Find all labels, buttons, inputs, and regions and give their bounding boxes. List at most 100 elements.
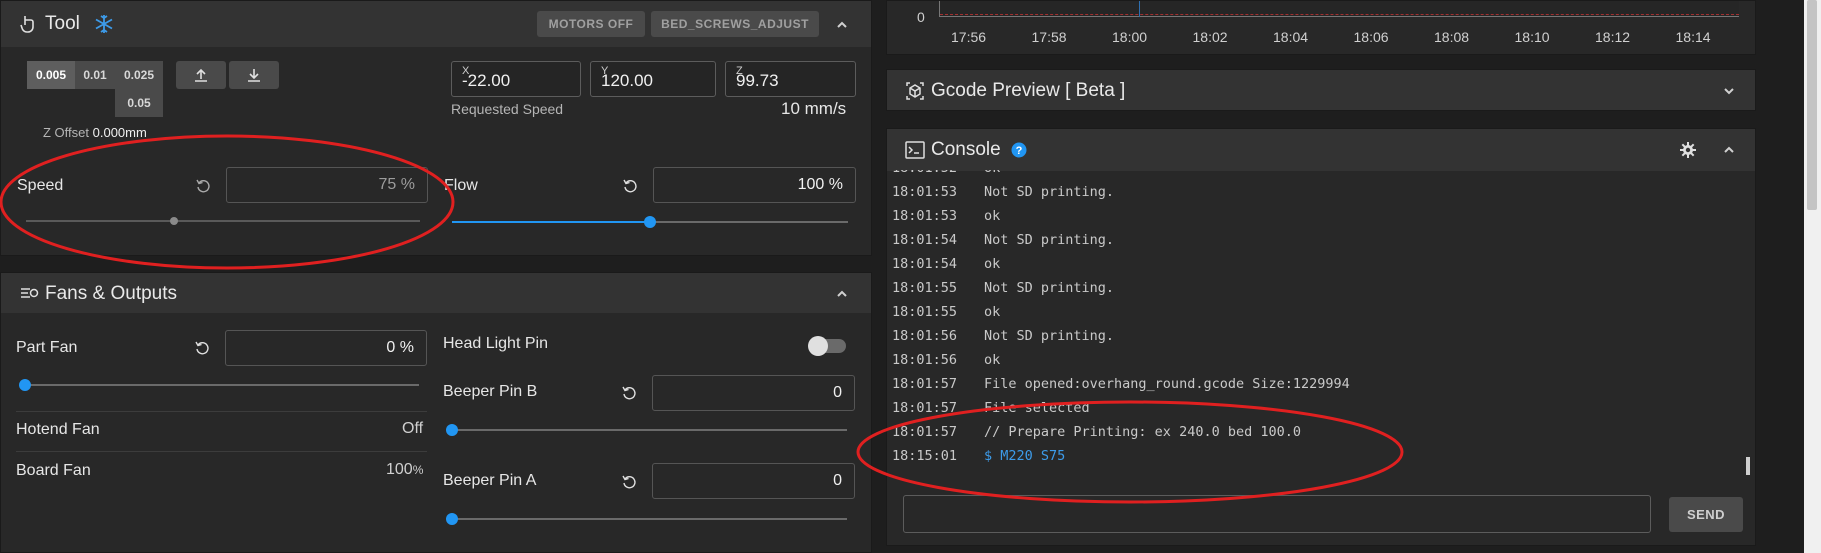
fan-icon xyxy=(21,288,39,298)
console-line: 18:01:55 ok xyxy=(892,304,1000,320)
console-line-timestamp: 18:01:53 xyxy=(892,208,958,224)
chevron-up-icon[interactable] xyxy=(1722,143,1736,157)
reset-icon[interactable] xyxy=(195,178,211,194)
speed-label: Speed xyxy=(17,177,64,194)
console-line-timestamp: 18:01:56 xyxy=(892,352,958,368)
beeper-a-slider-thumb[interactable] xyxy=(446,513,458,525)
chart-x-tick: 18:10 xyxy=(1514,29,1550,45)
part-fan-slider-thumb[interactable] xyxy=(19,379,31,391)
toggle-knob xyxy=(808,336,828,356)
svg-text:?: ? xyxy=(1016,145,1023,157)
console-line: 18:01:56 Not SD printing. xyxy=(892,328,1114,344)
motors-off-button[interactable]: MOTORS OFF xyxy=(537,11,645,37)
console-line-timestamp: 18:01:55 xyxy=(892,280,958,296)
chevron-up-icon[interactable] xyxy=(835,18,849,32)
chart-y-tick: 0 xyxy=(917,9,925,25)
fans-title: Fans & Outputs xyxy=(45,283,178,304)
beeper-b-slider-track[interactable] xyxy=(451,429,847,431)
reset-icon[interactable] xyxy=(621,474,637,490)
flow-input[interactable]: 100 % xyxy=(653,167,856,203)
hotend-fan-value: Off xyxy=(402,420,424,437)
console-line-message: ok xyxy=(984,352,1001,368)
requested-speed-label: Requested Speed xyxy=(451,101,564,117)
reset-icon[interactable] xyxy=(621,385,637,401)
z-position-field[interactable]: Z 99.73 xyxy=(725,61,856,97)
flow-slider-fill xyxy=(452,221,650,223)
step-0.025-button[interactable]: 0.025 xyxy=(115,61,163,89)
console-line: 18:01:53 ok xyxy=(892,208,1000,224)
console-line-message: $ M220 S75 xyxy=(984,448,1066,464)
console-line-timestamp: 18:01:56 xyxy=(892,328,958,344)
help-circle-icon[interactable]: ? xyxy=(1011,142,1027,158)
beeper-b-slider-thumb[interactable] xyxy=(446,424,458,436)
head-light-toggle[interactable] xyxy=(808,336,846,356)
step-0.05-button[interactable]: 0.05 xyxy=(115,89,163,117)
x-position-field[interactable]: X -22.00 xyxy=(451,61,581,97)
beeper-pin-a-input[interactable]: 0 xyxy=(652,463,855,499)
console-line: 18:01:52ok xyxy=(892,170,1000,176)
board-fan-value-group: 100% xyxy=(386,461,423,479)
divider xyxy=(16,451,427,452)
flow-slider-thumb[interactable] xyxy=(644,216,656,228)
tool-title: Tool xyxy=(45,13,80,34)
speed-input[interactable]: 75 % xyxy=(226,167,428,203)
beeper-a-slider-track[interactable] xyxy=(451,518,847,520)
y-position-field[interactable]: Y 120.00 xyxy=(590,61,716,97)
fans-outputs-card: Fans & Outputs xyxy=(0,272,872,553)
console-line: 18:01:57 // Prepare Printing: ex 240.0 be… xyxy=(892,424,1301,440)
console-line: 18:15:01 $ M220 S75 xyxy=(892,448,1065,464)
board-fan-unit: % xyxy=(412,463,424,477)
chevron-up-icon[interactable] xyxy=(835,287,849,301)
gcode-preview-card[interactable]: Gcode Preview [ Beta ] xyxy=(886,69,1756,111)
console-scrollbar-thumb[interactable] xyxy=(1746,457,1750,475)
chart-time-marker xyxy=(1139,1,1140,17)
reset-icon[interactable] xyxy=(194,340,210,356)
step-0.01-button[interactable]: 0.01 xyxy=(75,61,115,89)
beeper-pin-b-label: Beeper Pin B xyxy=(443,383,538,400)
beeper-pin-a-label: Beeper Pin A xyxy=(443,472,537,489)
chart-x-tick: 18:02 xyxy=(1192,29,1228,45)
chart-plot-area xyxy=(939,1,1739,17)
console-line: 18:01:57 File selected xyxy=(892,400,1090,416)
console-line-timestamp: 18:01:57 xyxy=(892,400,958,416)
bed-screws-adjust-button[interactable]: BED_SCREWS_ADJUST xyxy=(651,11,819,37)
chart-x-tick: 18:08 xyxy=(1434,29,1470,45)
hand-pointer-icon xyxy=(20,16,34,33)
tool-card: Tool MOTORS OFF BED_SCREWS_ADJUST 0.005 … xyxy=(0,0,872,256)
part-fan-slider-track[interactable] xyxy=(25,384,419,386)
part-fan-label: Part Fan xyxy=(16,339,78,356)
console-command-input[interactable] xyxy=(903,495,1651,533)
console-line: 18:01:54 ok xyxy=(892,256,1000,272)
console-title: Console xyxy=(931,139,1001,160)
requested-speed-value: 10 mm/s xyxy=(781,99,847,118)
speed-slider-track[interactable] xyxy=(26,220,420,222)
console-line-message: File opened:overhang_round.gcode Size:12… xyxy=(984,376,1350,392)
z-offset-value: 0.000mm xyxy=(92,125,147,140)
console-line-timestamp: 18:01:52 xyxy=(892,170,984,176)
x-value: -22.00 xyxy=(462,71,511,90)
z-up-button[interactable] xyxy=(176,61,226,89)
chart-x-tick: 18:06 xyxy=(1353,29,1389,45)
beeper-pin-b-input[interactable]: 0 xyxy=(652,375,855,411)
z-down-button[interactable] xyxy=(229,61,279,89)
chart-x-tick: 17:56 xyxy=(951,29,987,45)
step-0.005-button[interactable]: 0.005 xyxy=(27,61,75,89)
tool-card-header: Tool MOTORS OFF BED_SCREWS_ADJUST xyxy=(1,1,871,47)
reset-icon[interactable] xyxy=(622,178,638,194)
board-fan-value: 100 xyxy=(386,461,413,478)
send-button[interactable]: SEND xyxy=(1669,497,1743,532)
chevron-down-icon[interactable] xyxy=(1722,84,1736,98)
console-line-message: ok xyxy=(984,208,1001,224)
download-arrow-icon xyxy=(248,69,260,82)
part-fan-input[interactable]: 0 % xyxy=(225,330,427,366)
console-line-message: ok xyxy=(984,170,1000,176)
speed-slider-thumb[interactable] xyxy=(169,217,178,225)
head-light-pin-label: Head Light Pin xyxy=(443,335,548,352)
divider xyxy=(16,411,427,412)
snowflake-motor-icon[interactable] xyxy=(93,13,115,35)
console-output[interactable]: 18:01:52ok18:01:53Not SD printing.18:01:… xyxy=(888,170,1762,474)
console-line-message: Not SD printing. xyxy=(984,328,1115,344)
gear-icon[interactable] xyxy=(1680,142,1696,158)
terminal-icon xyxy=(905,141,925,159)
page-scrollbar-thumb[interactable] xyxy=(1807,0,1817,210)
